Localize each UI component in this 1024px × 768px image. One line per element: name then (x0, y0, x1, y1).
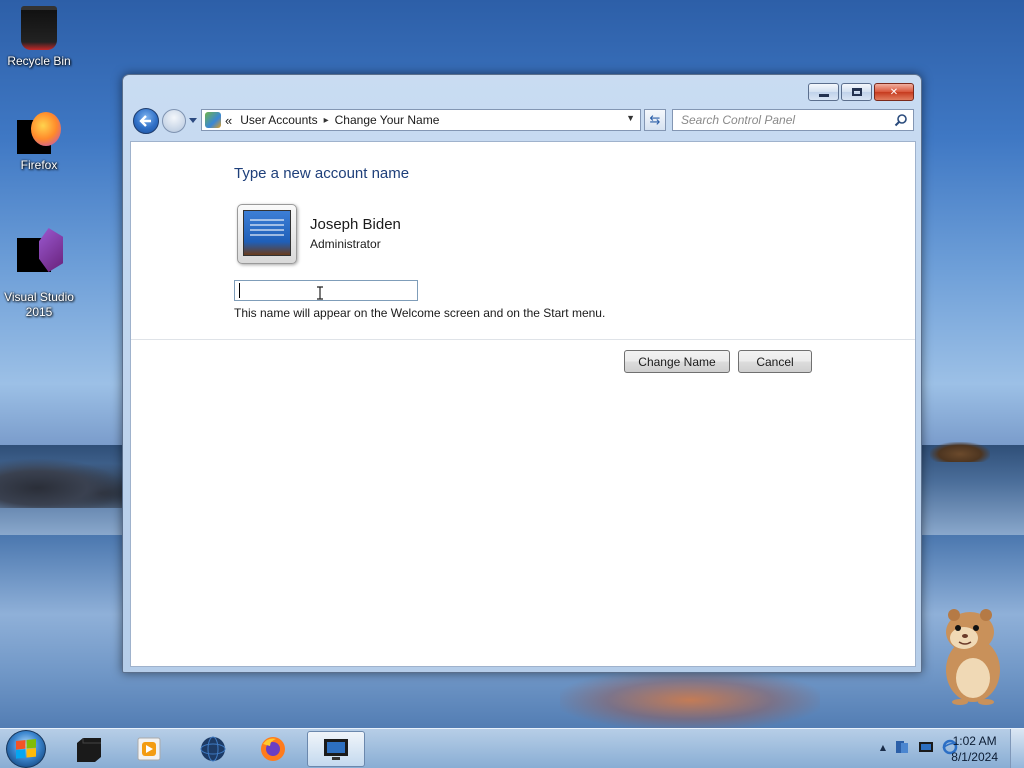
chevron-down-icon (189, 118, 197, 123)
clock-time: 1:02 AM (952, 734, 997, 748)
navigation-bar: « User Accounts ▸ Change Your Name ▼ ⇆ S… (131, 107, 915, 134)
recent-pages-button[interactable] (188, 115, 198, 125)
taskbar-item-window-manager[interactable] (60, 731, 118, 767)
user-role: Administrator (310, 237, 381, 251)
globe-icon (200, 736, 226, 762)
back-arrow-icon (139, 115, 151, 127)
desktop-icon-visual-studio[interactable]: Visual Studio 2015 (0, 214, 78, 334)
window-manager-icon (77, 738, 101, 762)
taskbar: ▲ 1:02 AM 8/1/2024 (0, 728, 1024, 768)
content-pane: Type a new account name Joseph Biden Adm… (130, 141, 916, 667)
taskbar-item-firefox[interactable] (244, 731, 302, 767)
firefox-icon (261, 737, 285, 761)
system-tray: ▲ (880, 739, 958, 755)
action-center-flag-icon[interactable] (894, 739, 910, 755)
clock-date: 8/1/2024 (951, 750, 998, 764)
minimize-button[interactable] (808, 83, 839, 101)
recycle-bin-icon (21, 6, 57, 50)
network-icon[interactable] (918, 739, 934, 755)
taskbar-item-media-player[interactable] (120, 731, 178, 767)
desktop-icon-label: Visual Studio 2015 (4, 290, 74, 319)
desktop-icon-label: Recycle Bin (7, 54, 71, 68)
new-account-name-input[interactable] (234, 280, 418, 301)
search-icon[interactable] (894, 113, 908, 127)
forward-button[interactable] (162, 109, 186, 133)
start-button[interactable] (6, 730, 46, 768)
page-title: Type a new account name (234, 165, 410, 182)
search-box[interactable]: Search Control Panel (672, 109, 914, 131)
cancel-button[interactable]: Cancel (738, 350, 812, 373)
text-caret (239, 283, 240, 298)
wallpaper-rocks-right (930, 442, 990, 462)
media-player-icon (137, 737, 161, 761)
close-icon: ✕ (889, 86, 899, 98)
wallpaper-sunset-glow (560, 670, 820, 730)
search-placeholder: Search Control Panel (681, 113, 796, 127)
control-panel-icon (205, 112, 221, 128)
maximize-button[interactable] (841, 83, 872, 101)
address-bar[interactable]: « User Accounts ▸ Change Your Name ▼ (201, 109, 641, 131)
close-button[interactable]: ✕ (874, 83, 914, 101)
taskbar-item-globe[interactable] (184, 731, 242, 767)
desktop-icon-label: Firefox (20, 158, 58, 172)
taskbar-item-control-panel[interactable] (307, 731, 365, 767)
breadcrumb-separator-icon[interactable]: ▸ (324, 115, 329, 126)
user-name: Joseph Biden (310, 216, 401, 233)
window-controls: ✕ (808, 83, 914, 101)
refresh-icon: ⇆ (649, 112, 661, 128)
desktop-icon-firefox[interactable]: Firefox (0, 110, 78, 172)
address-dropdown-icon[interactable]: ▼ (626, 113, 635, 123)
windows-logo-icon (16, 738, 36, 760)
breadcrumb-change-your-name[interactable]: Change Your Name (335, 113, 440, 127)
desktop-icon-recycle-bin[interactable]: Recycle Bin (0, 6, 78, 68)
back-button[interactable] (133, 108, 159, 134)
user-picture-icon (243, 210, 291, 256)
hamster-desktop-gadget[interactable] (940, 606, 1006, 706)
divider (131, 339, 915, 340)
refresh-button[interactable]: ⇆ (644, 109, 666, 131)
change-name-button[interactable]: Change Name (624, 350, 730, 373)
breadcrumb-user-accounts[interactable]: User Accounts (240, 113, 317, 127)
minimize-icon (818, 93, 829, 97)
user-avatar (237, 204, 297, 264)
firefox-icon (17, 110, 61, 154)
breadcrumb-overflow[interactable]: « (225, 113, 232, 128)
maximize-icon (851, 88, 862, 96)
tray-expand-icon[interactable]: ▲ (880, 743, 886, 752)
show-desktop-button[interactable] (1010, 729, 1024, 768)
ibeam-cursor-icon (317, 286, 323, 300)
visual-studio-icon (17, 228, 63, 272)
control-panel-window: ✕ « User Accounts ▸ Change Your Name ▼ ⇆… (122, 74, 922, 673)
control-panel-icon (324, 739, 348, 760)
wallpaper-rocks (0, 458, 125, 508)
name-hint-text: This name will appear on the Welcome scr… (234, 306, 606, 320)
forward-arrow-icon (163, 110, 185, 132)
taskbar-clock[interactable]: 1:02 AM 8/1/2024 (951, 733, 998, 765)
